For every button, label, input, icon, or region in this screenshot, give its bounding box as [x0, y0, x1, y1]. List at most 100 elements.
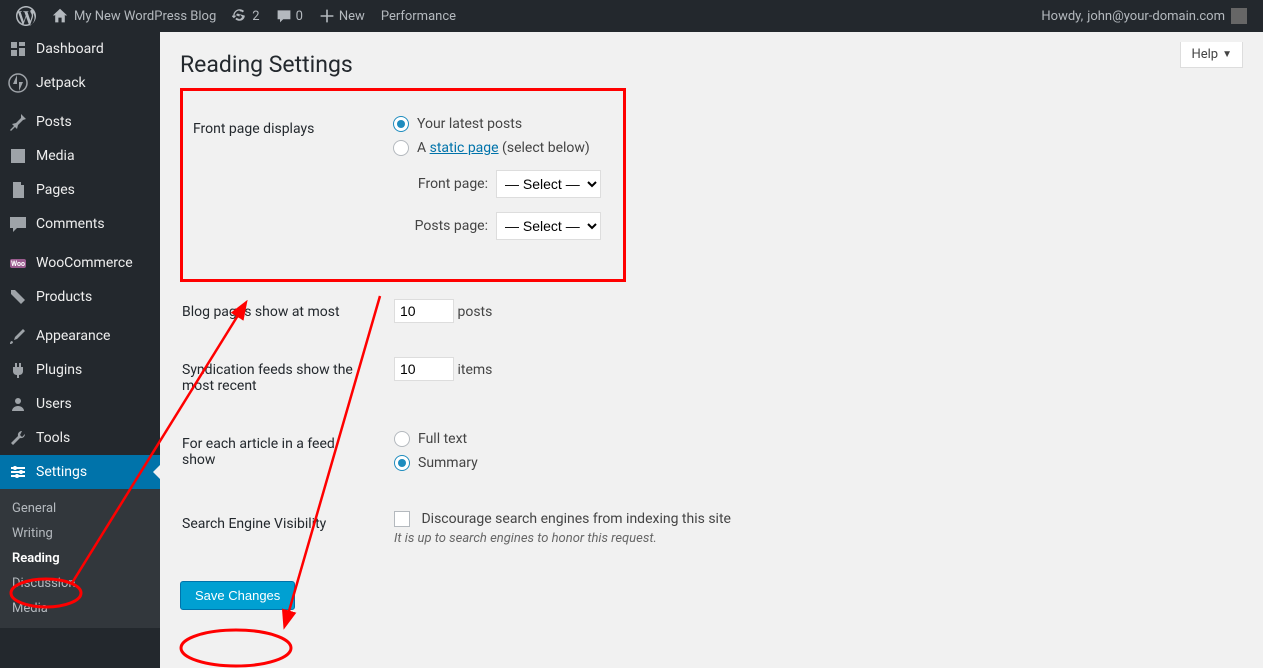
search-visibility-label: Search Engine Visibility [182, 496, 382, 561]
submenu-item-reading[interactable]: Reading [0, 546, 160, 571]
radio-summary-label: Summary [418, 455, 478, 471]
radio-full-text[interactable] [394, 431, 410, 447]
syndication-label: Syndication feeds show the most recent [182, 342, 382, 414]
wordpress-icon [16, 6, 36, 26]
performance-menu[interactable]: Performance [373, 0, 464, 32]
plugin-icon [8, 360, 28, 380]
sidebar-item-label: Appearance [36, 328, 110, 344]
tools-icon [8, 428, 28, 448]
plus-icon [319, 8, 335, 24]
comments-count: 0 [296, 9, 303, 24]
posts-page-select[interactable]: — Select — [496, 212, 601, 240]
settings-icon [8, 462, 28, 482]
radio-static-page[interactable] [393, 140, 409, 156]
chevron-down-icon: ▼ [1222, 49, 1232, 60]
admin-bar: My New WordPress Blog 2 0 New Performanc… [0, 0, 1263, 32]
sidebar-item-tools[interactable]: Tools [0, 421, 160, 455]
sidebar-item-label: Plugins [36, 362, 82, 378]
home-icon [52, 8, 68, 24]
sidebar-item-products[interactable]: Products [0, 280, 160, 314]
sidebar-item-label: Dashboard [36, 41, 104, 57]
radio-latest-posts-label: Your latest posts [417, 116, 522, 132]
radio-latest-posts[interactable] [393, 116, 409, 132]
user-name: john@your-domain.com [1087, 9, 1225, 24]
pages-icon [8, 180, 28, 200]
svg-text:Woo: Woo [11, 260, 25, 268]
sidebar-item-jetpack[interactable]: Jetpack [0, 66, 160, 100]
users-icon [8, 394, 28, 414]
settings-submenu: General Writing Reading Discussion Media [0, 489, 160, 628]
sidebar-item-woocommerce[interactable]: Woo WooCommerce [0, 246, 160, 280]
static-prefix: A [417, 140, 430, 156]
help-tab[interactable]: Help ▼ [1180, 42, 1243, 68]
sidebar-item-comments[interactable]: Comments [0, 207, 160, 241]
syndication-suffix: items [457, 362, 492, 378]
updates-menu[interactable]: 2 [224, 0, 267, 32]
front-page-select[interactable]: — Select — [496, 170, 601, 198]
submenu-item-media[interactable]: Media [0, 596, 160, 621]
user-account-menu[interactable]: Howdy, john@your-domain.com [1033, 0, 1255, 32]
front-page-displays-label: Front page displays [185, 101, 381, 255]
sidebar-item-label: Media [36, 148, 75, 164]
sidebar-item-label: Settings [36, 464, 87, 480]
sidebar-item-label: Tools [36, 430, 70, 446]
performance-label: Performance [381, 9, 456, 24]
help-label: Help [1191, 47, 1218, 62]
new-label: New [339, 9, 365, 24]
syndication-input[interactable] [394, 357, 454, 381]
submenu-item-discussion[interactable]: Discussion [0, 571, 160, 596]
site-name-menu[interactable]: My New WordPress Blog [44, 0, 224, 32]
howdy-prefix: Howdy, [1041, 9, 1083, 24]
blog-pages-label: Blog pages show at most [182, 284, 382, 340]
sidebar-item-label: Users [36, 396, 72, 412]
sidebar-item-users[interactable]: Users [0, 387, 160, 421]
brush-icon [8, 326, 28, 346]
comments-icon [8, 214, 28, 234]
sidebar-item-label: Posts [36, 114, 72, 130]
sidebar-item-appearance[interactable]: Appearance [0, 319, 160, 353]
updates-count: 2 [252, 9, 259, 24]
blog-pages-input[interactable] [394, 299, 454, 323]
woocommerce-icon: Woo [8, 253, 28, 273]
page-title: Reading Settings [180, 42, 1243, 82]
comment-icon [276, 8, 292, 24]
wordpress-logo-menu[interactable] [8, 0, 44, 32]
sidebar-item-label: Products [36, 289, 92, 305]
sidebar-item-media[interactable]: Media [0, 139, 160, 173]
avatar [1231, 8, 1247, 24]
annotation-highlight-box: Front page displays Your latest posts A … [180, 88, 626, 282]
blog-pages-suffix: posts [457, 304, 492, 320]
sidebar-item-pages[interactable]: Pages [0, 173, 160, 207]
products-icon [8, 287, 28, 307]
refresh-icon [232, 8, 248, 24]
static-page-link[interactable]: static page [430, 140, 499, 156]
sidebar-item-settings[interactable]: Settings [0, 455, 160, 489]
sidebar-item-dashboard[interactable]: Dashboard [0, 32, 160, 66]
search-visibility-checkbox[interactable] [394, 511, 410, 527]
sidebar-item-label: Comments [36, 216, 105, 232]
media-icon [8, 146, 28, 166]
submenu-item-writing[interactable]: Writing [0, 521, 160, 546]
submenu-item-general[interactable]: General [0, 496, 160, 521]
search-visibility-description: It is up to search engines to honor this… [394, 531, 1231, 546]
front-page-select-label: Front page: [393, 176, 488, 192]
admin-sidemenu: Dashboard Jetpack Posts Media Pages Comm… [0, 32, 160, 668]
sidebar-item-label: Jetpack [36, 75, 86, 91]
radio-summary[interactable] [394, 455, 410, 471]
search-visibility-checkbox-label: Discourage search engines from indexing … [421, 511, 730, 527]
new-content-menu[interactable]: New [311, 0, 373, 32]
jetpack-icon [8, 73, 28, 93]
content-area: Help ▼ Reading Settings Front page displ… [160, 32, 1263, 668]
save-changes-button[interactable]: Save Changes [180, 581, 295, 610]
radio-full-text-label: Full text [418, 431, 467, 447]
feed-article-label: For each article in a feed, show [182, 416, 382, 494]
pin-icon [8, 112, 28, 132]
sidebar-item-label: Pages [36, 182, 75, 198]
comments-menu[interactable]: 0 [268, 0, 311, 32]
sidebar-item-posts[interactable]: Posts [0, 105, 160, 139]
static-suffix: (select below) [499, 140, 590, 156]
site-name-label: My New WordPress Blog [74, 9, 216, 24]
dashboard-icon [8, 39, 28, 59]
sidebar-item-plugins[interactable]: Plugins [0, 353, 160, 387]
posts-page-select-label: Posts page: [393, 218, 488, 234]
